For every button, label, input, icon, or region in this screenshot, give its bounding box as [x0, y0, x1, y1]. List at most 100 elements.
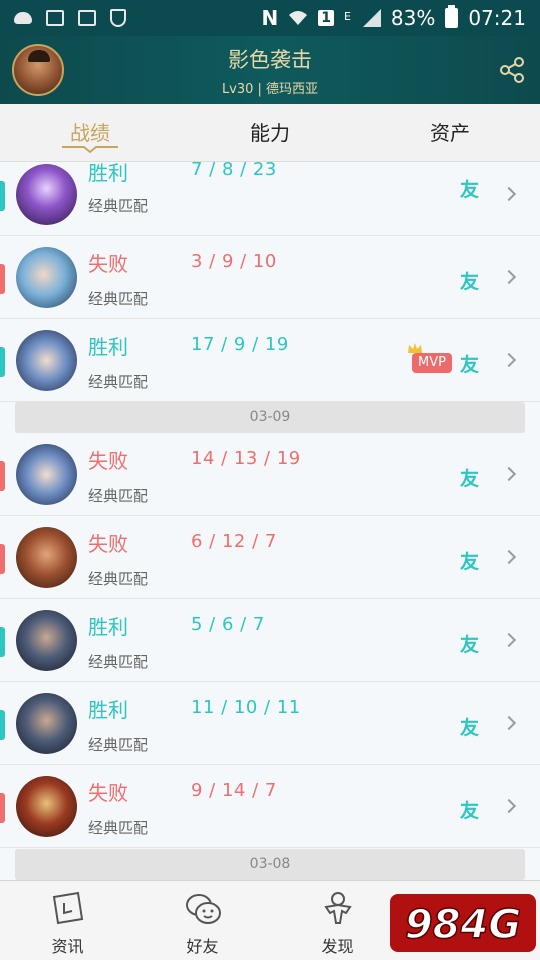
champion-warrior-icon [16, 527, 77, 588]
tab-ability-label: 能力 [250, 121, 290, 145]
match-kda: 9 / 14 / 7 [191, 780, 277, 801]
nav-discover-label: 发现 [321, 937, 354, 956]
match-result: 失败 [88, 532, 128, 556]
friend-tag: 友 [460, 551, 480, 573]
chevron-right-icon [501, 186, 517, 202]
news-icon [52, 891, 83, 925]
match-result: 失败 [88, 781, 128, 805]
match-mode: 经典匹配 [88, 653, 149, 671]
result-accent [0, 181, 5, 211]
battery-icon [445, 5, 459, 28]
match-kda: 5 / 6 / 7 [191, 614, 265, 635]
share-icon[interactable] [498, 56, 526, 84]
match-mode: 经典匹配 [88, 819, 149, 837]
chevron-right-icon [501, 632, 517, 648]
match-kda: 6 / 12 / 7 [191, 531, 277, 552]
result-accent [0, 627, 5, 657]
chevron-right-icon [501, 798, 517, 814]
champion-monkey-icon [16, 776, 77, 837]
chevron-right-icon [501, 269, 517, 285]
match-list[interactable]: 胜利 7 / 8 / 23 经典匹配 友 失败 3 / 9 / 10 经典匹配 … [0, 162, 540, 880]
friend-tag: 友 [460, 634, 480, 656]
result-accent [0, 793, 5, 823]
chevron-right-icon [501, 549, 517, 565]
tab-record[interactable]: 战绩 [0, 104, 180, 161]
nav-friends[interactable]: 好友 [135, 881, 270, 960]
sim-indicator: 1 [318, 10, 334, 26]
match-mode: 经典匹配 [88, 290, 149, 308]
tab-bar: 战绩 能力 资产 [0, 104, 540, 162]
match-mode: 经典匹配 [88, 570, 149, 588]
match-result: 失败 [88, 449, 128, 473]
mvp-badge: MVP [412, 353, 452, 373]
friend-tag: 友 [460, 468, 480, 490]
champion-swordsman-icon [16, 693, 77, 754]
tab-record-label: 战绩 [70, 121, 110, 145]
match-row[interactable]: 胜利 17 / 9 / 19 经典匹配 MVP 友 [0, 319, 540, 402]
match-kda: 3 / 9 / 10 [191, 251, 277, 272]
result-accent [0, 544, 5, 574]
champion-swordsman-icon [16, 610, 77, 671]
friends-icon [185, 894, 221, 924]
nav-news-label: 资讯 [51, 937, 84, 956]
match-result: 胜利 [88, 698, 128, 722]
news-app-icon [78, 10, 96, 26]
tab-assets-label: 资产 [430, 121, 470, 145]
match-row[interactable]: 失败 6 / 12 / 7 经典匹配 友 [0, 516, 540, 599]
match-result: 胜利 [88, 335, 128, 359]
svg-text:984G: 984G [405, 902, 521, 948]
match-row[interactable]: 胜利 7 / 8 / 23 经典匹配 友 [0, 162, 540, 236]
friend-tag: 友 [460, 717, 480, 739]
result-accent [0, 710, 5, 740]
match-mode: 经典匹配 [88, 736, 149, 754]
friend-tag: 友 [460, 354, 480, 376]
battery-percent: 83% [390, 6, 436, 30]
match-kda: 11 / 10 / 11 [191, 697, 301, 718]
result-accent [0, 461, 5, 491]
match-kda: 14 / 13 / 19 [191, 448, 301, 469]
nav-friends-label: 好友 [186, 937, 219, 956]
champion-blue-helmet-icon [16, 444, 77, 505]
match-row[interactable]: 失败 14 / 13 / 19 经典匹配 友 [0, 433, 540, 516]
champion-white-hair-icon [16, 247, 77, 308]
match-row[interactable]: 胜利 5 / 6 / 7 经典匹配 友 [0, 599, 540, 682]
match-row[interactable]: 失败 9 / 14 / 7 经典匹配 友 [0, 765, 540, 848]
chevron-right-icon [501, 715, 517, 731]
status-bar: N 1 E 83% 07:21 [0, 0, 540, 36]
site-watermark: 984G [390, 894, 536, 952]
result-accent [0, 347, 5, 377]
match-result: 胜利 [88, 162, 128, 185]
tab-assets[interactable]: 资产 [360, 104, 540, 161]
date-separator: 03-09 [15, 402, 525, 433]
match-kda: 17 / 9 / 19 [191, 334, 289, 355]
match-mode: 经典匹配 [88, 197, 149, 215]
match-mode: 经典匹配 [88, 487, 149, 505]
nfc-icon: N [261, 6, 279, 30]
clock: 07:21 [468, 6, 526, 30]
crown-icon [408, 343, 422, 353]
active-tab-indicator [62, 146, 118, 153]
match-mode: 经典匹配 [88, 373, 149, 391]
match-row[interactable]: 失败 3 / 9 / 10 经典匹配 友 [0, 236, 540, 319]
chevron-right-icon [501, 352, 517, 368]
nav-discover[interactable]: 发现 [270, 881, 405, 960]
match-kda: 7 / 8 / 23 [191, 162, 277, 180]
signal-icon [361, 9, 381, 27]
discover-icon [323, 892, 352, 924]
gallery-icon [46, 10, 64, 26]
wifi-icon [289, 11, 308, 25]
friend-tag: 友 [460, 800, 480, 822]
tab-ability[interactable]: 能力 [180, 104, 360, 161]
match-result: 失败 [88, 252, 128, 276]
shield-icon [110, 9, 126, 27]
cloud-icon [14, 12, 32, 24]
champion-blue-helmet-icon [16, 330, 77, 391]
nav-news[interactable]: 资讯 [0, 881, 135, 960]
profile-header: 影色袭击 Lv30 | 德玛西亚 [0, 36, 540, 104]
match-row[interactable]: 胜利 11 / 10 / 11 经典匹配 友 [0, 682, 540, 765]
signal-type: E [343, 10, 351, 23]
chevron-right-icon [501, 466, 517, 482]
date-separator: 03-08 [15, 849, 525, 880]
champion-purple-mage-icon [16, 164, 77, 225]
match-result: 胜利 [88, 615, 128, 639]
